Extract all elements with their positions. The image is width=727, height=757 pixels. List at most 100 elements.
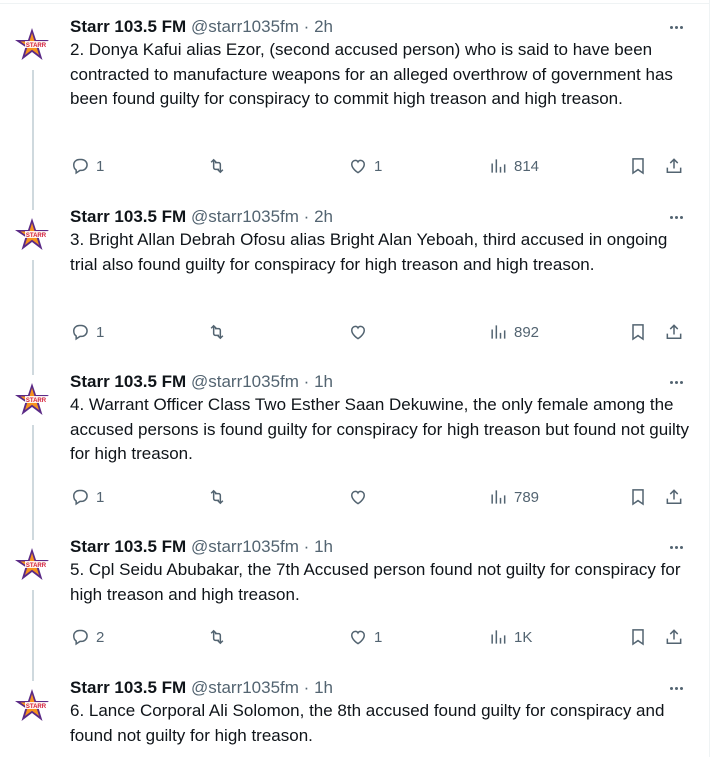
- tweet-text: 5. Cpl Seidu Abubakar, the 7th Accused p…: [70, 560, 681, 604]
- author-handle[interactable]: @starr1035fm: [191, 678, 299, 697]
- tweet-header: Starr 103.5 FM @starr1035fm · 2h: [70, 205, 333, 229]
- svg-text:STARR: STARR: [26, 563, 47, 569]
- tweet-header: Starr 103.5 FM @starr1035fm · 1h: [70, 676, 333, 700]
- views-count: 789: [514, 488, 540, 506]
- timestamp[interactable]: 2h: [314, 17, 333, 36]
- separator-dot: ·: [303, 537, 310, 556]
- tweet-header: Starr 103.5 FM @starr1035fm · 2h: [70, 15, 333, 39]
- avatar[interactable]: STARR: [13, 686, 53, 726]
- author-handle[interactable]: @starr1035fm: [191, 207, 299, 226]
- views-button[interactable]: 892: [488, 320, 539, 344]
- thread-connector-line: [32, 425, 34, 540]
- like-icon: [348, 487, 368, 507]
- more-icon[interactable]: [664, 208, 688, 226]
- views-icon: [488, 322, 508, 342]
- share-icon: [664, 627, 684, 647]
- like-icon: [348, 322, 368, 342]
- bookmark-icon: [628, 156, 648, 176]
- author-handle[interactable]: @starr1035fm: [191, 537, 299, 556]
- reply-button[interactable]: 1: [70, 320, 104, 344]
- author-handle[interactable]: @starr1035fm: [191, 17, 299, 36]
- tweet-header: Starr 103.5 FM @starr1035fm · 1h: [70, 535, 333, 559]
- more-icon[interactable]: [664, 538, 688, 556]
- bookmark-icon: [628, 322, 648, 342]
- repost-icon: [207, 487, 227, 507]
- author-handle[interactable]: @starr1035fm: [191, 372, 299, 391]
- share-icon: [664, 322, 684, 342]
- separator-dot: ·: [303, 207, 310, 226]
- separator-dot: ·: [303, 678, 310, 697]
- author-name[interactable]: Starr 103.5 FM: [70, 17, 186, 36]
- views-button[interactable]: 789: [488, 485, 539, 509]
- reply-count: 1: [96, 157, 105, 175]
- timestamp[interactable]: 1h: [314, 537, 333, 556]
- more-icon[interactable]: [664, 679, 688, 697]
- avatar[interactable]: STARR: [13, 380, 53, 420]
- like-button[interactable]: 1: [348, 154, 382, 178]
- author-name[interactable]: Starr 103.5 FM: [70, 207, 186, 226]
- bookmark-button[interactable]: [628, 154, 648, 178]
- repost-icon: [207, 627, 227, 647]
- svg-text:STARR: STARR: [26, 43, 47, 49]
- repost-button[interactable]: [207, 625, 233, 649]
- column-border: [709, 0, 710, 757]
- timestamp[interactable]: 2h: [314, 207, 333, 226]
- like-icon: [348, 156, 368, 176]
- top-divider: [0, 3, 710, 4]
- reply-icon: [70, 487, 90, 507]
- tweet-text: 3. Bright Allan Debrah Ofosu alias Brigh…: [70, 230, 668, 274]
- views-count: 814: [514, 157, 540, 175]
- views-button[interactable]: 1K: [488, 625, 532, 649]
- author-name[interactable]: Starr 103.5 FM: [70, 678, 186, 697]
- bookmark-button[interactable]: [628, 625, 648, 649]
- reply-button[interactable]: 1: [70, 485, 104, 509]
- reply-button[interactable]: 2: [70, 625, 104, 649]
- views-button[interactable]: 814: [488, 154, 539, 178]
- like-button[interactable]: [348, 485, 374, 509]
- repost-button[interactable]: [207, 154, 233, 178]
- bookmark-button[interactable]: [628, 485, 648, 509]
- more-icon[interactable]: [664, 373, 688, 391]
- bookmark-button[interactable]: [628, 320, 648, 344]
- tweet-actions: 1 789: [70, 485, 690, 509]
- repost-icon: [207, 322, 227, 342]
- reply-button[interactable]: 1: [70, 154, 104, 178]
- more-icon[interactable]: [664, 18, 688, 36]
- like-button[interactable]: [348, 320, 374, 344]
- repost-icon: [207, 156, 227, 176]
- separator-dot: ·: [303, 17, 310, 36]
- avatar[interactable]: STARR: [13, 215, 53, 255]
- tweet-actions: 1 892: [70, 320, 690, 344]
- avatar[interactable]: STARR: [13, 25, 53, 65]
- timestamp[interactable]: 1h: [314, 372, 333, 391]
- tweet-header: Starr 103.5 FM @starr1035fm · 1h: [70, 370, 333, 394]
- avatar[interactable]: STARR: [13, 545, 53, 585]
- views-icon: [488, 627, 508, 647]
- thread-connector-line: [32, 260, 34, 375]
- share-icon: [664, 487, 684, 507]
- reply-count: 1: [96, 488, 105, 506]
- separator-dot: ·: [303, 372, 310, 391]
- author-name[interactable]: Starr 103.5 FM: [70, 537, 186, 556]
- reply-icon: [70, 627, 90, 647]
- tweet-actions: 1 1 814: [70, 154, 690, 178]
- tweet-text: 2. Donya Kafui alias Ezor, (second accus…: [70, 40, 673, 108]
- share-button[interactable]: [664, 154, 684, 178]
- timestamp[interactable]: 1h: [314, 678, 333, 697]
- repost-button[interactable]: [207, 320, 233, 344]
- share-button[interactable]: [664, 625, 684, 649]
- tweet-text: 4. Warrant Officer Class Two Esther Saan…: [70, 395, 689, 463]
- like-count: 1: [374, 628, 383, 646]
- svg-text:STARR: STARR: [26, 398, 47, 404]
- share-icon: [664, 156, 684, 176]
- repost-button[interactable]: [207, 485, 233, 509]
- share-button[interactable]: [664, 485, 684, 509]
- share-button[interactable]: [664, 320, 684, 344]
- tweet-actions: 2 1 1K: [70, 625, 690, 649]
- like-button[interactable]: 1: [348, 625, 382, 649]
- thread-connector-line: [32, 590, 34, 681]
- author-name[interactable]: Starr 103.5 FM: [70, 372, 186, 391]
- views-icon: [488, 156, 508, 176]
- reply-icon: [70, 156, 90, 176]
- views-count: 892: [514, 323, 540, 341]
